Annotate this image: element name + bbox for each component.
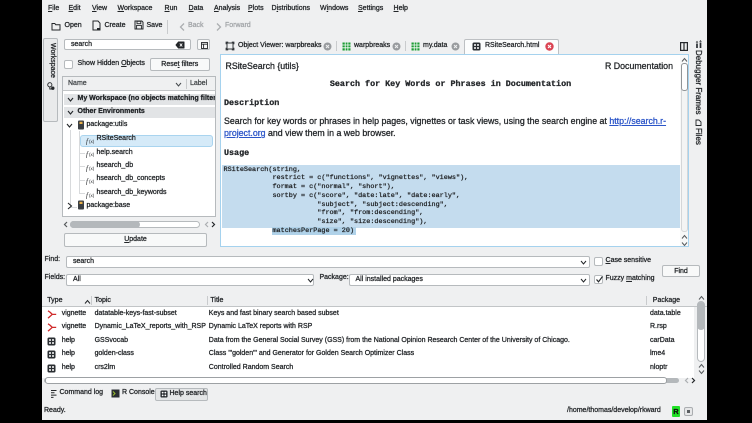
svg-text:(x): (x) bbox=[89, 152, 95, 157]
svg-text:(x): (x) bbox=[89, 193, 95, 198]
svg-text:(x): (x) bbox=[89, 166, 95, 171]
svg-text:(x): (x) bbox=[89, 179, 95, 184]
svg-text:(x): (x) bbox=[89, 139, 95, 144]
